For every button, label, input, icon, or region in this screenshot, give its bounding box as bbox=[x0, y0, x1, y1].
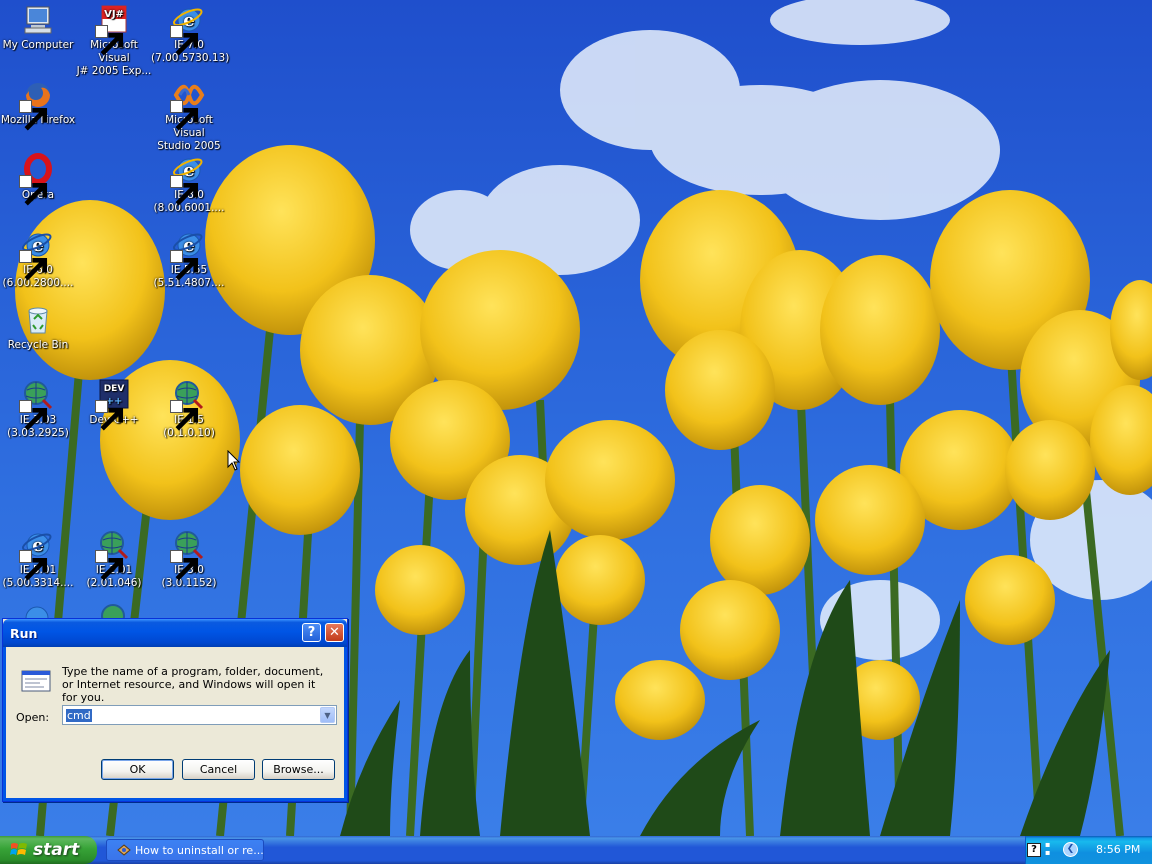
shortcut-arrow-icon bbox=[19, 250, 48, 281]
cancel-button[interactable]: Cancel bbox=[182, 759, 255, 780]
shortcut-arrow-icon bbox=[19, 175, 48, 206]
internet-explorer-icon bbox=[25, 606, 49, 618]
shortcut-arrow-icon bbox=[19, 100, 48, 131]
chevron-down-icon[interactable]: ▼ bbox=[320, 707, 335, 723]
open-combobox[interactable]: cmd ▼ bbox=[62, 705, 337, 725]
shortcut-arrow-icon bbox=[170, 25, 199, 56]
run-dialog[interactable]: Run ? ✕ Type the name of a program, fold… bbox=[2, 618, 348, 802]
old-ie-globe-icon bbox=[19, 378, 55, 431]
shortcut-arrow-icon bbox=[170, 250, 199, 281]
dev-cpp-icon: DEV ++ bbox=[95, 378, 131, 431]
desktop-icon-visual-j-sharp[interactable]: VJ# Microsoft Visual J# 2005 Exp... bbox=[76, 3, 152, 78]
desktop-icon-label: My Computer bbox=[2, 39, 74, 51]
internet-explorer-icon: e bbox=[170, 3, 206, 56]
desktop-icon-dev-cpp[interactable]: DEV ++ Dev-C++ bbox=[76, 378, 152, 431]
clock[interactable]: 8:56 PM bbox=[1096, 843, 1140, 856]
desktop-icon-ie-2-01[interactable]: IE 2.01 (2.01.046) bbox=[76, 528, 152, 590]
desktop-icon-ie-6[interactable]: e IE 6.0 (6.00.2800.... bbox=[0, 228, 76, 290]
shortcut-arrow-icon bbox=[170, 400, 199, 431]
desktop-icon-ie-5-01[interactable]: e IE 5.01 (5.00.3314.... bbox=[0, 528, 76, 590]
browse-button[interactable]: Browse... bbox=[262, 759, 335, 780]
desktop-icon-partial[interactable] bbox=[22, 603, 52, 618]
taskbar: start How to uninstall or re... ? ▪ ▪ ❮ 8… bbox=[0, 836, 1152, 864]
my-computer-icon bbox=[21, 3, 55, 37]
windows-logo-icon bbox=[10, 843, 27, 855]
run-program-icon bbox=[21, 670, 51, 692]
system-tray: ? ▪ ▪ ❮ 8:56 PM bbox=[1025, 836, 1152, 864]
help-button[interactable]: ? bbox=[302, 623, 321, 642]
shortcut-arrow-icon bbox=[170, 550, 199, 581]
desktop-icon-my-computer[interactable]: My Computer bbox=[0, 3, 76, 52]
ok-button[interactable]: OK bbox=[101, 759, 174, 780]
start-label: start bbox=[33, 840, 80, 860]
start-button[interactable]: start bbox=[0, 836, 97, 864]
old-ie-globe-icon bbox=[95, 528, 131, 581]
run-dialog-description: Type the name of a program, folder, docu… bbox=[62, 665, 324, 704]
desktop-icon-label: Recycle Bin bbox=[7, 339, 69, 351]
shortcut-arrow-icon bbox=[95, 550, 124, 581]
shortcut-arrow-icon bbox=[95, 400, 124, 431]
mouse-cursor-icon bbox=[227, 450, 241, 471]
open-input-value[interactable]: cmd bbox=[66, 709, 92, 722]
old-ie-globe-icon bbox=[170, 528, 206, 581]
old-ie-globe-icon bbox=[101, 604, 125, 618]
recycle-bin-icon bbox=[21, 303, 55, 337]
desktop-icon-opera[interactable]: Opera bbox=[0, 153, 76, 206]
run-dialog-title: Run bbox=[10, 626, 38, 641]
svg-text:DEV: DEV bbox=[104, 384, 125, 394]
desktop-icon-ie-8[interactable]: e IE 8.0 (8.00.6001.... bbox=[151, 153, 227, 215]
desktop-icon-ie-3-03[interactable]: IE 3.03 (3.03.2925) bbox=[0, 378, 76, 440]
internet-explorer-icon: e bbox=[170, 153, 206, 206]
shortcut-arrow-icon bbox=[170, 100, 199, 131]
svg-text:VJ#: VJ# bbox=[104, 9, 124, 20]
desktop-icon-ie-3-0[interactable]: IE 3.0 (3.0.1152) bbox=[151, 528, 227, 590]
internet-explorer-icon: e bbox=[19, 528, 55, 581]
chevron-left-icon[interactable]: ❮ bbox=[1063, 842, 1078, 857]
help-topic-icon bbox=[117, 844, 131, 856]
desktop-icon-recycle-bin[interactable]: Recycle Bin bbox=[0, 303, 76, 352]
visual-studio-icon bbox=[170, 78, 206, 131]
taskbar-window-label: How to uninstall or re... bbox=[135, 844, 264, 857]
run-dialog-body: Type the name of a program, folder, docu… bbox=[3, 647, 347, 801]
desktop-icon-ie-7[interactable]: e IE 7.0 (7.00.5730.13) bbox=[151, 3, 229, 65]
visual-j-sharp-icon: VJ# bbox=[95, 3, 131, 56]
desktop-icon-ie-5-55[interactable]: e IE 5.55 (5.51.4807.... bbox=[151, 228, 227, 290]
network-icon[interactable]: ▪ ▪ bbox=[1045, 841, 1055, 857]
shortcut-arrow-icon bbox=[95, 25, 124, 56]
desktop-icon-partial[interactable] bbox=[98, 601, 128, 618]
desktop-icon-firefox[interactable]: Mozilla Firefox bbox=[0, 78, 76, 131]
internet-explorer-icon: e bbox=[19, 228, 55, 281]
desktop-icon-visual-studio[interactable]: Microsoft Visual Studio 2005 bbox=[151, 78, 227, 153]
run-dialog-titlebar[interactable]: Run ? ✕ bbox=[3, 619, 347, 647]
tray-help-icon[interactable]: ? bbox=[1027, 843, 1041, 857]
old-ie-globe-icon bbox=[170, 378, 206, 431]
shortcut-arrow-icon bbox=[170, 175, 199, 206]
opera-icon bbox=[19, 153, 55, 206]
shortcut-arrow-icon bbox=[19, 550, 48, 581]
internet-explorer-icon: e bbox=[170, 228, 206, 281]
open-label: Open: bbox=[16, 711, 50, 724]
close-button[interactable]: ✕ bbox=[325, 623, 344, 642]
desktop-icon-ie-1-5[interactable]: IE 1.5 (0.1.0.10) bbox=[151, 378, 227, 440]
shortcut-arrow-icon bbox=[19, 400, 48, 431]
firefox-icon bbox=[19, 78, 55, 131]
taskbar-window-button[interactable]: How to uninstall or re... bbox=[106, 839, 264, 861]
